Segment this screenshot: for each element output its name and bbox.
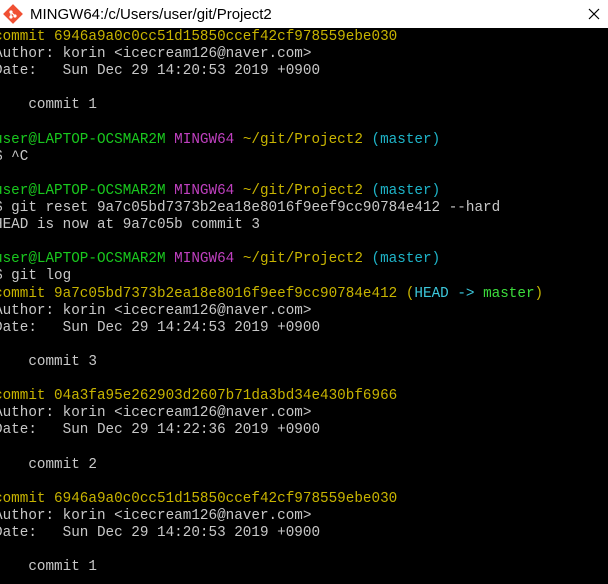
terminal-line: commit 1 [0, 559, 97, 576]
terminal-line: user@LAPTOP-OCSMAR2M MINGW64 ~/git/Proje… [0, 132, 440, 149]
terminal-text-segment: HEAD -> [414, 285, 484, 302]
terminal-text-segment: ~/git/Project2 [242, 251, 363, 268]
terminal-text-segment: master [483, 285, 535, 302]
terminal-line: HEAD is now at 9a7c05b commit 3 [0, 217, 260, 234]
git-bash-icon [2, 3, 24, 25]
terminal-text-segment: Author: korin <icecream126@naver.com> [0, 507, 312, 524]
terminal-text-segment: $ git log [0, 268, 72, 285]
terminal-text-segment: commit 3 [0, 353, 97, 370]
terminal-text-segment: commit 2 [0, 456, 97, 473]
terminal-line: $ ^C [0, 149, 28, 166]
terminal-text-segment: commit 6946a9a0c0cc51d15850ccef42cf97855… [0, 29, 398, 45]
terminal-line: Author: korin <icecream126@naver.com> [0, 405, 311, 422]
terminal-text-segment: $ ^C [0, 148, 29, 165]
terminal-text-segment: commit 1 [0, 559, 97, 576]
close-icon[interactable] [580, 0, 608, 28]
terminal-text-segment: commit 1 [0, 97, 97, 114]
terminal-line: user@LAPTOP-OCSMAR2M MINGW64 ~/git/Proje… [0, 183, 440, 200]
terminal-line: user@LAPTOP-OCSMAR2M MINGW64 ~/git/Proje… [0, 251, 440, 268]
terminal-text-segment: commit 04a3fa95e262903d2607b71da3bd34e43… [0, 388, 398, 405]
terminal-line: commit 2 [0, 457, 97, 474]
terminal-text-segment: user@LAPTOP-OCSMAR2M [0, 182, 175, 199]
terminal-line: Date: Sun Dec 29 14:22:36 2019 +0900 [0, 422, 320, 439]
terminal-text-segment: MINGW64 [174, 131, 243, 148]
terminal-text-segment: commit 6946a9a0c0cc51d15850ccef42cf97855… [0, 490, 398, 507]
terminal-line: commit 1 [0, 97, 97, 114]
terminal-text-segment: ~/git/Project2 [242, 182, 363, 199]
terminal-text-segment: (master) [362, 131, 441, 148]
terminal-line: Author: korin <icecream126@naver.com> [0, 46, 311, 63]
terminal-line: $ git reset 9a7c05bd7373b2ea18e8016f9eef… [0, 200, 500, 217]
terminal-output[interactable]: commit 6946a9a0c0cc51d15850ccef42cf97855… [0, 28, 608, 584]
terminal-line: Author: korin <icecream126@naver.com> [0, 508, 311, 525]
terminal-line: Date: Sun Dec 29 14:24:53 2019 +0900 [0, 320, 320, 337]
terminal-line: commit 6946a9a0c0cc51d15850ccef42cf97855… [0, 29, 397, 46]
terminal-text-segment: ~/git/Project2 [242, 131, 363, 148]
terminal-line: Date: Sun Dec 29 14:20:53 2019 +0900 [0, 63, 320, 80]
terminal-line: commit 3 [0, 354, 97, 371]
terminal-line: commit 6946a9a0c0cc51d15850ccef42cf97855… [0, 491, 397, 508]
window-title: MINGW64:/c/Users/user/git/Project2 [30, 5, 272, 23]
terminal-text-segment: Author: korin <icecream126@naver.com> [0, 405, 312, 422]
terminal-text-segment: Date: Sun Dec 29 14:20:53 2019 +0900 [0, 524, 321, 541]
terminal-line: Date: Sun Dec 29 14:20:53 2019 +0900 [0, 525, 320, 542]
terminal-text-segment: commit 9a7c05bd7373b2ea18e8016f9eef9cc90… [0, 285, 406, 302]
terminal-text-segment: MINGW64 [174, 251, 243, 268]
terminal-text-segment: Date: Sun Dec 29 14:24:53 2019 +0900 [0, 319, 321, 336]
terminal-text-segment: $ git reset 9a7c05bd7373b2ea18e8016f9eef… [0, 200, 501, 216]
terminal-text-segment: (master) [362, 251, 441, 268]
terminal-text-segment: ) [534, 285, 544, 302]
terminal-text-segment: Date: Sun Dec 29 14:20:53 2019 +0900 [0, 63, 321, 80]
terminal-text-segment: user@LAPTOP-OCSMAR2M [0, 131, 175, 148]
terminal-text-segment: MINGW64 [174, 182, 243, 199]
title-bar[interactable]: MINGW64:/c/Users/user/git/Project2 [0, 0, 608, 28]
terminal-text-segment: Date: Sun Dec 29 14:22:36 2019 +0900 [0, 422, 321, 439]
terminal-text-segment: Author: korin <icecream126@naver.com> [0, 46, 312, 63]
terminal-line: commit 9a7c05bd7373b2ea18e8016f9eef9cc90… [0, 286, 543, 303]
terminal-text-segment: HEAD is now at 9a7c05b commit 3 [0, 217, 260, 234]
terminal-line: Author: korin <icecream126@naver.com> [0, 303, 311, 320]
terminal-window: MINGW64:/c/Users/user/git/Project2 commi… [0, 0, 608, 584]
terminal-text-segment: user@LAPTOP-OCSMAR2M [0, 251, 175, 268]
terminal-text-segment: Author: korin <icecream126@naver.com> [0, 302, 312, 319]
terminal-line: $ git log [0, 268, 71, 285]
terminal-text-segment: (master) [362, 182, 441, 199]
terminal-line: commit 04a3fa95e262903d2607b71da3bd34e43… [0, 388, 397, 405]
